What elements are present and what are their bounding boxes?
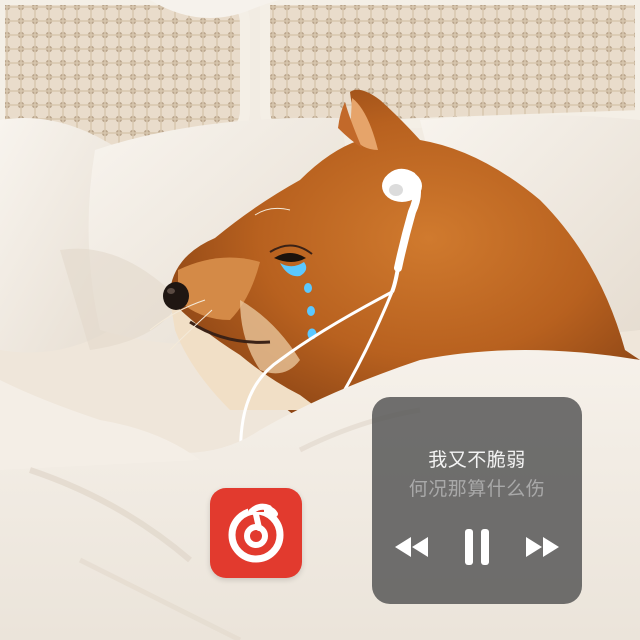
playback-controls — [372, 525, 582, 569]
current-lyric: 我又不脆弱 — [428, 449, 526, 471]
photo-scene: 我又不脆弱 何况那算什么伤 — [0, 0, 640, 640]
fast-forward-icon — [526, 537, 559, 557]
now-playing-card: 我又不脆弱 何况那算什么伤 — [372, 397, 582, 604]
pause-button[interactable] — [454, 525, 500, 569]
previous-track-button[interactable] — [388, 525, 436, 569]
music-app-icon[interactable] — [210, 488, 302, 578]
pause-icon — [465, 529, 489, 565]
music-note-swirl-icon — [228, 502, 284, 563]
rewind-icon — [395, 537, 428, 557]
next-track-button[interactable] — [518, 525, 566, 569]
next-lyric: 何况那算什么伤 — [408, 478, 546, 500]
